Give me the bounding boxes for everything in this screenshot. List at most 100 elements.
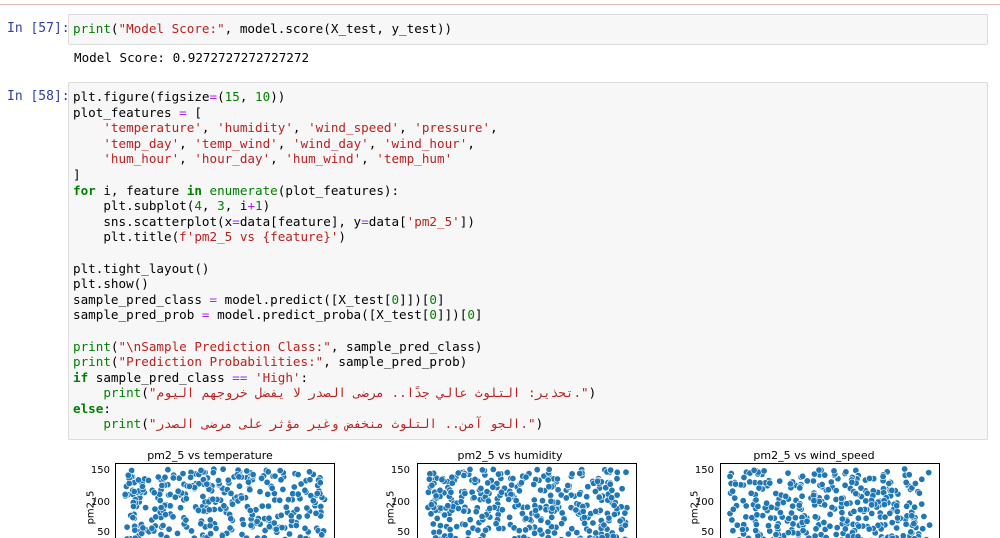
scatter-point [429,520,437,528]
scatter-point [607,466,615,474]
scatter-point [583,493,591,501]
code-token: else [73,400,104,416]
code-token: , [179,135,195,151]
scatter-point [286,530,294,538]
scatter-point [838,515,846,523]
scatter-point [803,517,811,525]
scatter-point [428,481,436,489]
code-token: 'hum_hour' [103,151,180,167]
code-cell-57[interactable]: print("Model Score:", model.score(X_test… [68,14,988,45]
scatter-point [512,497,520,505]
scatter-point [815,466,823,474]
code-cell-58[interactable]: plt.figure(figsize=(15, 10)) plot_featur… [68,82,988,440]
code-block: plt.figure(figsize=(15, 10)) plot_featur… [69,83,987,436]
scatter-point [747,489,755,497]
scatter-point [784,469,792,477]
code-token: = [209,89,218,104]
code-token: ) [588,385,597,401]
scatter-point [773,523,781,531]
scatter-plot-humidity: pm2_5 vs humidity pm2_5 150 100 50 [380,447,640,538]
scatter-point [879,473,887,481]
code-token: [ [186,104,202,120]
code-line: print("تحذير: التلوث عالي جدًا.. مرضى ال… [73,385,596,400]
scatter-point [130,487,138,495]
scatter-point [446,525,454,533]
scatter-point [258,474,266,482]
code-line: sns.scatterplot(x=data[feature], y=data[… [73,214,475,229]
cell-output-57: Model Score: 0.9272727272727272 [74,50,310,65]
scatter-point [297,480,305,488]
scatter-point [174,487,182,495]
scatter-point [544,476,552,484]
code-token: model.predict([X_test[ [217,291,392,307]
scatter-point [188,527,196,535]
scatter-point [779,498,787,506]
code-token: ( [110,338,119,354]
code-token: 'temp_wind' [194,135,278,151]
plot-title: pm2_5 vs temperature [147,449,273,462]
scatter-point [206,516,214,524]
code-token: = [209,291,218,307]
scatter-point [238,494,246,502]
scatter-point [584,483,592,491]
code-token: , [201,120,218,136]
scatter-point [820,518,828,526]
scatter-point [123,523,131,531]
scatter-point [471,475,479,483]
scatter-point [432,492,440,500]
scatter-point [826,522,834,530]
code-line: print("الجو آمن.. التلوث منخفض وغير مؤثر… [73,416,543,431]
scatter-point [576,469,584,477]
scatter-point [562,494,570,502]
scatter-point [564,481,572,489]
scatter-point [532,506,540,514]
scatter-point [448,479,456,487]
scatter-point [824,486,832,494]
scatter-point [919,525,927,533]
scatter-point [268,484,276,492]
code-line: sample_pred_class = model.predict([X_tes… [73,292,445,307]
scatter-point [247,521,255,529]
code-token: plt.figure(figsize [73,89,210,104]
scatter-point [763,499,771,507]
scatter-point [138,482,146,490]
scatter-point [580,513,588,521]
scatter-point [795,501,803,509]
scatter-point [253,517,261,525]
scatter-point [784,529,792,537]
scatter-point [621,521,629,529]
scatter-point [498,488,506,496]
scatter-point [822,534,830,538]
scatter-point [915,489,923,497]
scatter-point [533,466,541,474]
code-line: print("\nSample Prediction Class:", samp… [73,339,482,354]
scatter-point [156,496,164,504]
code-token: , sample_pred_class) [330,338,483,354]
scatter-point [292,521,300,529]
code-token: , [292,120,309,136]
scatter-point [594,477,602,485]
code-line: 'hum_hour', 'hour_day', 'hum_wind', 'tem… [73,151,452,166]
code-token: = [179,104,187,120]
code-token: 'hum_wind' [285,151,362,167]
scatter-point [592,529,600,537]
scatter-point [125,479,133,487]
scatter-point [282,503,290,511]
scatter-point [785,514,793,522]
scatter-point [754,502,762,510]
scatter-point [287,512,295,520]
scatter-point [848,478,856,486]
scatter-point [568,470,576,478]
scatter-point [618,485,626,493]
scatter-point [827,478,835,486]
scatter-point [852,490,860,498]
code-token: "Prediction Probabilities:" [118,354,324,370]
scatter-point [441,511,449,519]
scatter-point [249,471,257,479]
code-line: plt.title(f'pm2_5 vs {feature}') [73,229,346,244]
scatter-point [477,484,485,492]
scatter-point [753,511,761,519]
scatter-point [427,501,435,509]
